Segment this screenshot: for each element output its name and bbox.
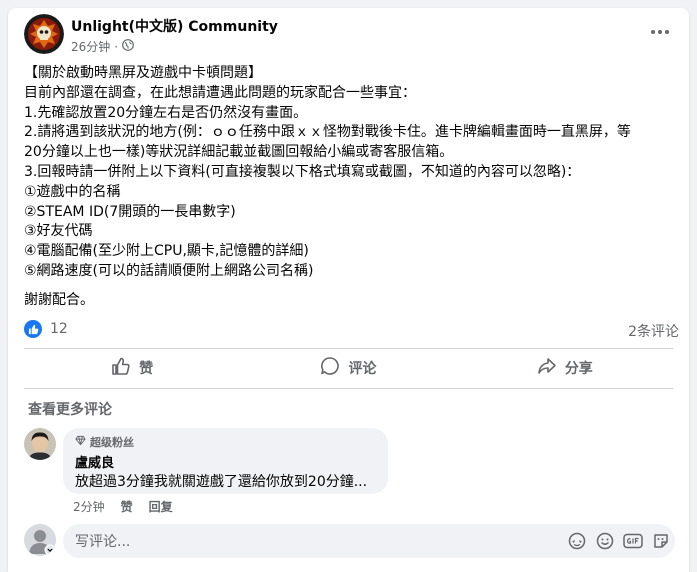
comment-text: 放超過3分鐘我就關遊戲了還給你放到20分鐘... xyxy=(75,474,368,490)
post-body-line: 目前內部還在調查，在此想請遭遇此問題的玩家配合一些事宜： xyxy=(24,84,416,101)
post-meta: 26分钟 · xyxy=(71,38,135,55)
comment-actions: 2分钟 赞 回复 xyxy=(73,498,173,515)
like-icon xyxy=(111,356,131,380)
comment-count[interactable]: 2条评论 xyxy=(628,321,679,341)
action-bar: 赞 评论 分享 xyxy=(24,351,673,385)
post-body-line: ②STEAM ID(7開頭的一長串數字) xyxy=(24,203,236,220)
top-fan-badge: 超级粉丝 xyxy=(75,434,134,450)
comment-label: 评论 xyxy=(348,361,377,377)
comment-button[interactable]: 评论 xyxy=(240,351,456,385)
post-body-line: ④電腦配備(至少附上CPU,顯卡,記憶體的詳細) xyxy=(24,243,309,260)
meta-separator: · xyxy=(114,39,119,54)
post-body: 【關於啟動時黑屏及遊戲中卡頓問題】 目前內部還在調查，在此想請遭遇此問題的玩家配… xyxy=(24,64,679,311)
post-card: Unlight(中文版) Community 26分钟 · 【關於啟動時黑屏及遊… xyxy=(8,8,689,572)
post-body-line: ⑤網路速度(可以的話請順便附上網路公司名稱) xyxy=(24,262,314,279)
post-body-line: 3.回報時請一併附上以下資料(可直接複製以下格式填寫或截圖，不知道的內容可以忽略… xyxy=(24,163,581,180)
like-button[interactable]: 赞 xyxy=(24,351,240,385)
comment-composer xyxy=(63,524,675,560)
comment-time[interactable]: 2分钟 xyxy=(73,498,105,515)
sticker-face-icon[interactable] xyxy=(651,531,671,551)
reaction-count[interactable]: 12 xyxy=(50,321,68,337)
diamond-icon xyxy=(75,435,86,449)
gif-icon[interactable] xyxy=(623,531,643,551)
post-body-line: 1.先確認放置20分鐘左右是否仍然沒有畫面。 xyxy=(24,104,308,121)
divider xyxy=(24,388,673,389)
thumbs-up-icon[interactable] xyxy=(24,320,42,338)
comment-author[interactable]: 盧威良 xyxy=(75,452,114,471)
badge-label: 超级粉丝 xyxy=(90,436,134,449)
post-body-line: ③好友代碼 xyxy=(24,223,93,240)
share-label: 分享 xyxy=(564,361,593,377)
sticker-icon[interactable] xyxy=(567,531,587,551)
emoji-icon[interactable] xyxy=(595,531,615,551)
reaction-summary: 12 2条评论 xyxy=(24,320,679,340)
page-name[interactable]: Unlight(中文版) Community xyxy=(71,16,278,36)
divider xyxy=(24,348,673,349)
share-button[interactable]: 分享 xyxy=(457,351,673,385)
post-body-line: 【關於啟動時黑屏及遊戲中卡頓問題】 xyxy=(24,65,262,81)
comment-input[interactable] xyxy=(73,524,557,560)
page-avatar[interactable] xyxy=(24,14,64,54)
post-body-line xyxy=(24,282,679,291)
share-icon xyxy=(537,356,557,380)
like-label: 赞 xyxy=(139,361,154,377)
post-body-line: 謝謝配合。 xyxy=(24,291,94,308)
comment-reply-button[interactable]: 回复 xyxy=(149,498,173,515)
avatar[interactable] xyxy=(24,524,56,556)
comment-like-button[interactable]: 赞 xyxy=(121,498,133,515)
view-more-comments[interactable]: 查看更多评论 xyxy=(28,399,112,419)
post-body-line: 20分鐘以上也一樣)等狀況詳細記載並截圖回報給小編或寄客服信箱。 xyxy=(24,144,454,161)
more-options-icon[interactable] xyxy=(650,24,670,40)
post-body-line: 2.請將遇到該狀況的地方(例：ｏｏ任務中跟ｘｘ怪物對戰後卡住。進卡牌編輯畫面時一… xyxy=(24,124,631,141)
post-body-line: ①遊戲中的名稱 xyxy=(24,183,121,200)
post-time[interactable]: 26分钟 xyxy=(71,38,110,55)
globe-icon xyxy=(122,39,135,54)
avatar[interactable] xyxy=(24,428,56,460)
comment-icon xyxy=(320,356,340,380)
comment-bubble: 超级粉丝 盧威良 放超過3分鐘我就關遊戲了還給你放到20分鐘... xyxy=(63,428,388,494)
